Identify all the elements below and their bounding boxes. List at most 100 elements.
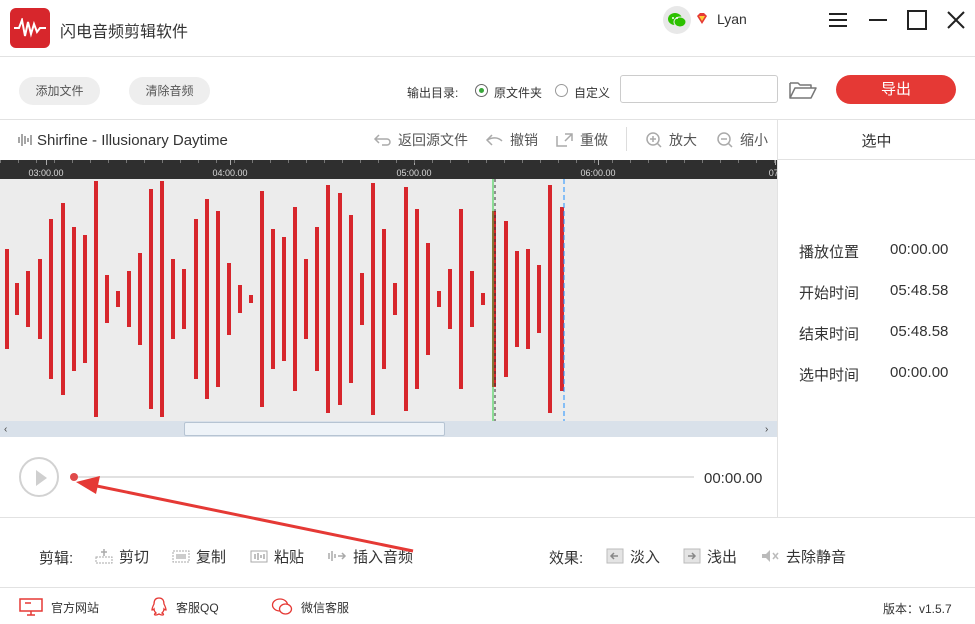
return-icon (373, 134, 391, 146)
waveform-bar (548, 185, 552, 413)
track-name: Shirfine - Illusionary Daytime (37, 132, 228, 149)
minimize-icon[interactable] (866, 8, 890, 32)
maximize-icon[interactable] (905, 8, 929, 32)
divider (0, 587, 975, 588)
waveform-bar (426, 243, 430, 355)
waveform-bar (127, 271, 131, 327)
ruler-minor-tick (270, 160, 271, 163)
paste-button[interactable]: 粘贴 (250, 546, 304, 566)
undo-button[interactable]: 撤销 (485, 130, 538, 150)
ruler-minor-tick (558, 160, 559, 163)
mute-icon (762, 550, 779, 562)
ruler-tick (46, 160, 47, 165)
ruler-minor-tick (576, 160, 577, 163)
scroll-right-icon[interactable]: › (765, 424, 768, 435)
ruler-minor-tick (684, 160, 685, 163)
insert-audio-button[interactable]: 插入音频 (327, 546, 413, 566)
wechat-icon (271, 598, 293, 615)
ruler-minor-tick (648, 160, 649, 163)
ruler-minor-tick (72, 160, 73, 163)
ruler-minor-tick (54, 160, 55, 163)
playback-progress-knob[interactable] (70, 473, 78, 481)
scrollbar-thumb[interactable] (184, 422, 445, 436)
ruler-minor-tick (180, 160, 181, 163)
ruler-minor-tick (306, 160, 307, 163)
avatar[interactable] (663, 6, 691, 34)
waveform-bar (5, 249, 9, 349)
insert-audio-label: 插入音频 (353, 548, 414, 566)
app-title: 闪电音频剪辑软件 (60, 24, 189, 41)
redo-label: 重做 (580, 132, 608, 148)
ruler-minor-tick (486, 160, 487, 163)
username[interactable]: Lyan (717, 11, 747, 27)
waveform-bar (404, 187, 408, 411)
fade-out-icon (683, 548, 701, 564)
cut-button[interactable]: 剪切 (95, 546, 149, 566)
ruler-minor-tick (396, 160, 397, 163)
radio-custom-folder-label[interactable]: 自定义 (574, 84, 610, 101)
waveform-bar (560, 207, 564, 391)
add-file-button[interactable]: 添加文件 (19, 77, 100, 105)
folder-open-icon[interactable] (789, 80, 817, 100)
official-site-link[interactable]: 官方网站 (19, 598, 99, 616)
play-button[interactable] (19, 457, 59, 497)
waveform-canvas[interactable] (0, 179, 777, 421)
ruler-tick (775, 160, 776, 165)
zoom-out-label: 缩小 (740, 132, 768, 148)
waveform-bar (49, 219, 53, 379)
copy-icon (172, 550, 190, 563)
ruler-tick-label: 07: (768, 168, 777, 178)
waveform-bar (315, 227, 319, 371)
back-to-source-label: 返回源文件 (398, 132, 468, 148)
timeline-ruler[interactable]: 03:00.00 04:00.00 05:00.00 06:00.00 07: (0, 160, 777, 179)
redo-button[interactable]: 重做 (555, 130, 608, 150)
insert-audio-icon (328, 551, 347, 561)
waveform-bar (393, 283, 397, 315)
ruler-minor-tick (540, 160, 541, 163)
waveform-bar (382, 229, 386, 369)
fade-in-button[interactable]: 淡入 (606, 546, 660, 566)
radio-original-folder-label[interactable]: 原文件夹 (494, 84, 542, 101)
radio-original-folder[interactable] (475, 84, 488, 97)
ruler-minor-tick (756, 160, 757, 163)
cut-label: 剪切 (119, 548, 150, 566)
export-button[interactable]: 导出 (836, 75, 956, 104)
qq-service-link[interactable]: 客服QQ (150, 597, 219, 616)
fade-out-label: 浅出 (707, 548, 738, 566)
radio-custom-folder[interactable] (555, 84, 568, 97)
waveform-bar (437, 291, 441, 307)
ruler-minor-tick (504, 160, 505, 163)
fade-in-label: 淡入 (630, 548, 661, 566)
waveform-bar (116, 291, 120, 307)
playback-progress-bar[interactable] (74, 476, 694, 478)
wechat-service-link[interactable]: 微信客服 (271, 598, 349, 615)
ruler-minor-tick (90, 160, 91, 163)
waveform-logo-icon (14, 18, 46, 38)
close-icon[interactable] (944, 8, 968, 32)
waveform-bar (38, 259, 42, 339)
remove-silence-button[interactable]: 去除静音 (760, 546, 846, 566)
waveform-bar (515, 251, 519, 347)
waveform-bar (149, 189, 153, 409)
fade-out-button[interactable]: 浅出 (683, 546, 737, 566)
back-to-source-button[interactable]: 返回源文件 (373, 130, 468, 150)
output-path-input[interactable] (620, 75, 778, 103)
ruler-minor-tick (720, 160, 721, 163)
zoom-out-button[interactable]: 缩小 (716, 130, 768, 150)
undo-label: 撤销 (510, 132, 538, 148)
effect-section-label: 效果: (549, 550, 584, 567)
waveform-bar (171, 259, 175, 339)
copy-button[interactable]: 复制 (172, 546, 226, 566)
scroll-left-icon[interactable]: ‹ (4, 424, 7, 435)
ruler-minor-tick (252, 160, 253, 163)
waveform-bar (537, 265, 541, 333)
ruler-minor-tick (666, 160, 667, 163)
clear-audio-button[interactable]: 清除音频 (129, 77, 210, 105)
qq-icon (151, 597, 167, 616)
ruler-tick-label: 06:00.00 (580, 168, 616, 178)
menu-icon[interactable] (826, 8, 850, 32)
waveform-bar (72, 227, 76, 371)
ruler-minor-tick (162, 160, 163, 163)
zoom-in-button[interactable]: 放大 (645, 130, 697, 150)
ruler-minor-tick (324, 160, 325, 163)
